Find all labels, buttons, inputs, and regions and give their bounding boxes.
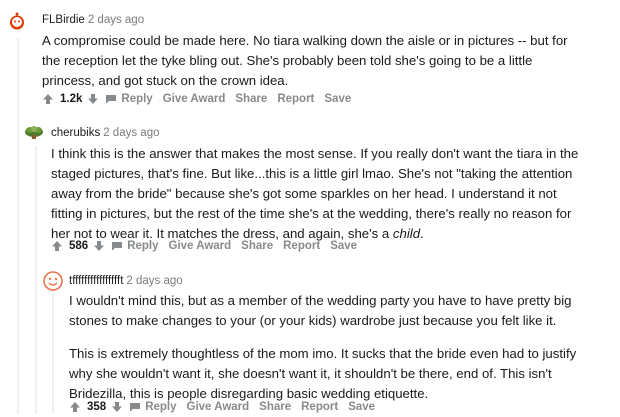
give-award-button[interactable]: Give Award	[163, 93, 226, 105]
comment-author[interactable]: tfffffffffffffffft	[69, 275, 123, 287]
downvote-arrow-icon[interactable]	[111, 401, 123, 413]
snoo-avatar-icon[interactable]	[6, 10, 28, 32]
smiley-avatar-icon[interactable]	[43, 271, 63, 291]
vote-score: 1.2k	[60, 93, 83, 105]
share-button[interactable]: Share	[259, 401, 291, 413]
save-button[interactable]: Save	[348, 401, 375, 413]
downvote-arrow-icon[interactable]	[93, 240, 105, 252]
comment-body: A compromise could be made here. No tiar…	[42, 31, 582, 91]
comment-actions: 358 Reply Give Award Share Report Save	[69, 397, 385, 417]
report-button[interactable]: Report	[283, 240, 320, 252]
comment-author[interactable]: FLBirdie	[42, 14, 85, 26]
thread-line-3[interactable]	[52, 290, 54, 414]
comment-paragraph: I think this is the answer that makes th…	[51, 146, 579, 241]
save-button[interactable]: Save	[330, 240, 357, 252]
vote-score: 358	[87, 401, 107, 413]
vote-score: 586	[69, 240, 89, 252]
upvote-arrow-icon[interactable]	[42, 93, 54, 105]
save-button[interactable]: Save	[324, 93, 351, 105]
reply-button[interactable]: Reply	[123, 401, 177, 413]
comment-paragraph: A compromise could be made here. No tiar…	[42, 33, 568, 88]
upvote-arrow-icon[interactable]	[69, 401, 81, 413]
reply-bubble-icon	[105, 94, 117, 104]
give-award-button[interactable]: Give Award	[169, 240, 232, 252]
comment-paragraph: This is extremely thoughtless of the mom…	[69, 346, 577, 401]
report-button[interactable]: Report	[301, 401, 338, 413]
comment-timestamp[interactable]: 2 days ago	[126, 275, 182, 287]
comment-author[interactable]: cherubiks	[51, 127, 100, 139]
comment-actions: 1.2k Reply Give Award Share Report Save	[42, 89, 361, 109]
emphasis-text: child	[392, 226, 421, 241]
upvote-arrow-icon[interactable]	[51, 240, 63, 252]
share-button[interactable]: Share	[235, 93, 267, 105]
comment-actions: 586 Reply Give Award Share Report Save	[51, 236, 367, 256]
comment-body: I wouldn't mind this, but as a member of…	[69, 291, 599, 404]
reply-button[interactable]: Reply	[99, 93, 153, 105]
thread-line-2[interactable]	[35, 146, 37, 414]
downvote-arrow-icon[interactable]	[87, 93, 99, 105]
comment-timestamp[interactable]: 2 days ago	[88, 14, 144, 26]
thread-line-1[interactable]	[17, 38, 19, 414]
succulent-avatar-icon[interactable]	[24, 121, 44, 141]
reply-button[interactable]: Reply	[105, 240, 159, 252]
comment-paragraph: I wouldn't mind this, but as a member of…	[69, 293, 572, 328]
reply-bubble-icon	[111, 241, 123, 251]
reply-bubble-icon	[129, 402, 141, 412]
give-award-button[interactable]: Give Award	[187, 401, 250, 413]
comment-timestamp[interactable]: 2 days ago	[103, 127, 159, 139]
report-button[interactable]: Report	[277, 93, 314, 105]
comment-body: I think this is the answer that makes th…	[51, 144, 591, 244]
share-button[interactable]: Share	[241, 240, 273, 252]
